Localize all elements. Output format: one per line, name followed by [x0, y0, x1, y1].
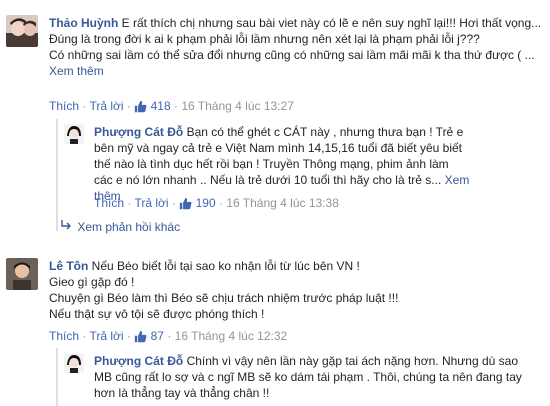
avatar[interactable] — [6, 258, 38, 290]
like-count[interactable]: 190 — [196, 196, 216, 210]
like-link[interactable]: Thích — [49, 99, 79, 113]
comment-text-line: Đúng là trong đời k ai k phạm phải lỗi l… — [49, 32, 480, 46]
like-count[interactable]: 87 — [151, 329, 164, 343]
thumbs-up-icon — [134, 330, 147, 347]
comment-text-line: Chuyện gì Béo làm thì Béo sẽ chịu trách … — [49, 291, 399, 321]
timestamp[interactable]: 16 Tháng 4 lúc 13:27 — [181, 99, 294, 113]
more-replies-link[interactable]: Xem phản hồi khác — [60, 219, 180, 235]
commenter-name[interactable]: Phượng Cát Đỗ — [94, 354, 183, 368]
reply-thread-line — [56, 348, 58, 406]
reply-thread-line — [56, 119, 58, 231]
comment-text-line: Có những sai lầm có thể sửa đổi nhưng cũ… — [49, 48, 535, 62]
thumbs-up-icon — [134, 100, 147, 117]
commenter-name[interactable]: Lê Tôn — [49, 259, 88, 273]
like-link[interactable]: Thích — [94, 196, 124, 210]
comment-text-line: Gieo gì gặp đó ! — [49, 275, 135, 289]
reply-link[interactable]: Trả lời — [89, 99, 123, 113]
reply-body: Phượng Cát Đỗ Chính vì vậy nên lần này g… — [94, 353, 534, 401]
comment-text: Nếu Béo biết lỗi tại sao ko nhận lỗi từ … — [91, 259, 360, 273]
see-more-link[interactable]: Xem thêm — [49, 64, 104, 78]
reply-link[interactable]: Trả lời — [134, 196, 168, 210]
reply-link[interactable]: Trả lời — [89, 329, 123, 343]
thumbs-up-icon — [179, 197, 192, 214]
comment-text: E rất thích chị nhưng sau bài viet này c… — [121, 16, 542, 30]
like-link[interactable]: Thích — [49, 329, 79, 343]
reply-arrow-icon — [60, 219, 74, 235]
commenter-name[interactable]: Phượng Cát Đỗ — [94, 125, 183, 139]
comment-actions: Thích · Trả lời · 87 · 16 Tháng 4 lúc 12… — [49, 328, 287, 347]
timestamp[interactable]: 16 Tháng 4 lúc 13:38 — [226, 196, 339, 210]
reply-actions: Thích · Trả lời · 190 · 16 Tháng 4 lúc 1… — [94, 195, 339, 214]
reply-body: Phượng Cát Đỗ Bạn có thể ghét c CÁT này … — [94, 124, 470, 204]
more-replies-label[interactable]: Xem phản hồi khác — [77, 220, 180, 234]
comment-body: Lê Tôn Nếu Béo biết lỗi tại sao ko nhận … — [49, 258, 419, 322]
like-count[interactable]: 418 — [151, 99, 171, 113]
timestamp[interactable]: 16 Tháng 4 lúc 12:32 — [175, 329, 288, 343]
avatar[interactable] — [64, 124, 84, 144]
avatar[interactable] — [64, 353, 84, 373]
commenter-name[interactable]: Thảo Huỳnh — [49, 16, 118, 30]
avatar[interactable] — [6, 15, 38, 47]
comment-actions: Thích · Trả lời · 418 · 16 Tháng 4 lúc 1… — [49, 98, 294, 117]
comment-body: Thảo Huỳnh E rất thích chị nhưng sau bài… — [49, 15, 545, 79]
